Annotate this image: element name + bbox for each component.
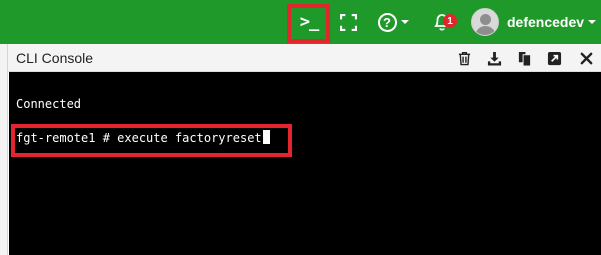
command-line[interactable]: fgt-remote1 # execute factoryreset: [16, 130, 270, 145]
detach-button[interactable]: [546, 50, 562, 66]
cli-terminal[interactable]: Connected fgt-remote1 # execute factoryr…: [9, 72, 601, 255]
terminal-icon: >_: [299, 12, 320, 32]
fullscreen-button[interactable]: [336, 0, 360, 44]
copy-button[interactable]: [516, 50, 532, 66]
cli-console-button[interactable]: >_: [288, 0, 330, 44]
chevron-down-icon: [400, 20, 409, 24]
username-label: defencedev: [507, 14, 585, 30]
close-icon: [580, 52, 592, 64]
panel-title: CLI Console: [16, 49, 94, 66]
clear-console-button[interactable]: [456, 50, 472, 66]
help-menu-button[interactable]: ?: [376, 0, 410, 44]
trash-icon: [458, 51, 470, 65]
sidebar-edge: [0, 44, 8, 255]
avatar-icon: [471, 8, 499, 36]
help-circle-icon: ?: [377, 12, 397, 32]
chevron-down-icon: [588, 20, 597, 24]
command-text: execute factoryreset: [117, 131, 262, 145]
detach-icon: [547, 51, 561, 65]
user-menu-button[interactable]: defencedev: [471, 0, 599, 44]
notification-count-badge: 1: [443, 14, 457, 28]
text-cursor: [262, 130, 270, 144]
fullscreen-icon: [339, 13, 357, 31]
prompt-text: fgt-remote1 #: [16, 131, 110, 145]
copy-icon: [518, 51, 530, 66]
cli-console-titlebar: CLI Console: [8, 44, 601, 72]
download-icon: [487, 51, 501, 66]
connection-status-line: Connected: [16, 97, 82, 111]
close-button[interactable]: [578, 50, 594, 66]
download-button[interactable]: [486, 50, 502, 66]
